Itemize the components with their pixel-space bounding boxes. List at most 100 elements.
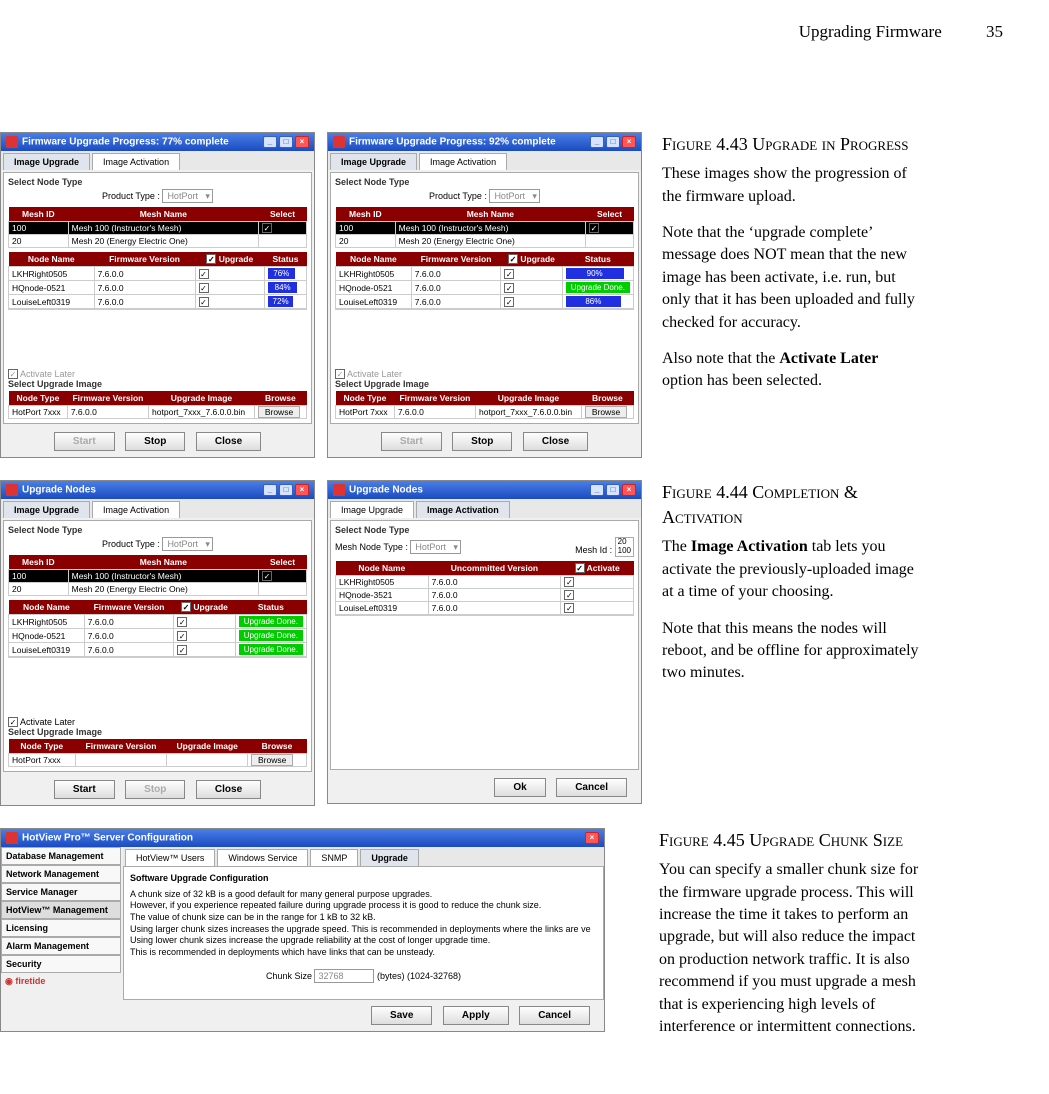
stop-button: Stop — [125, 780, 185, 799]
minimize-icon[interactable]: _ — [590, 484, 604, 496]
start-button: Start — [54, 432, 115, 451]
table-row: HQnode-05217.6.0.0✓84% — [9, 281, 307, 295]
table-row: LKHRight05057.6.0.0✓ — [336, 575, 634, 588]
table-row: LKHRight05057.6.0.0✓90% — [336, 267, 634, 281]
firetide-logo: ◉ firetide — [1, 973, 121, 990]
close-icon[interactable]: × — [295, 484, 309, 496]
tab-image-activation[interactable]: Image Activation — [92, 501, 180, 518]
activate-later-check[interactable]: ✓ — [8, 717, 18, 727]
product-type-select[interactable]: HotPort — [162, 189, 213, 203]
close-button[interactable]: Close — [196, 780, 261, 799]
body-text: Note that this means the nodes will rebo… — [662, 618, 922, 685]
table-row: LKHRight05057.6.0.0✓76% — [9, 267, 307, 281]
product-type-select[interactable]: HotPort — [489, 189, 540, 203]
mesh-node-type-select[interactable]: HotPort — [410, 540, 461, 554]
start-button[interactable]: Start — [54, 780, 115, 799]
close-icon[interactable]: × — [622, 484, 636, 496]
body-text: Note that the ‘upgrade complete’ message… — [662, 222, 922, 334]
close-icon[interactable]: × — [585, 832, 599, 844]
help-text: However, if you experience repeated fail… — [130, 900, 597, 912]
app-icon — [6, 832, 18, 844]
table-row: HQnode-05217.6.0.0✓Upgrade Done. — [9, 629, 307, 643]
units-label: (bytes) (1024-32768) — [377, 971, 461, 981]
stop-button[interactable]: Stop — [452, 432, 512, 451]
minimize-icon[interactable]: _ — [590, 136, 604, 148]
tab-users[interactable]: HotView™ Users — [125, 849, 215, 866]
figure-title: Figure 4.44 Completion & Activation — [662, 480, 922, 530]
dialog-title: Firmware Upgrade Progress: 77% complete — [22, 137, 229, 148]
minimize-icon[interactable]: _ — [263, 484, 277, 496]
table-row[interactable]: 100Mesh 100 (Instructor's Mesh)✓ — [9, 222, 307, 235]
sidebar-item[interactable]: Network Management — [1, 865, 121, 883]
stop-button[interactable]: Stop — [125, 432, 185, 451]
browse-button[interactable]: Browse — [251, 754, 293, 766]
close-button[interactable]: Close — [523, 432, 588, 451]
product-type-select[interactable]: HotPort — [162, 537, 213, 551]
sidebar-item[interactable]: Security — [1, 955, 121, 973]
sidebar-item[interactable]: Alarm Management — [1, 937, 121, 955]
browse-button[interactable]: Browse — [585, 406, 627, 418]
ok-button[interactable]: Ok — [494, 778, 545, 797]
apply-button[interactable]: Apply — [443, 1006, 509, 1025]
tab-winservice[interactable]: Windows Service — [217, 849, 308, 866]
maximize-icon[interactable]: □ — [606, 484, 620, 496]
help-text: Using larger chunk sizes increases the u… — [130, 924, 597, 936]
running-head: Upgrading Firmware 35 — [0, 22, 1009, 42]
section-title: Software Upgrade Configuration — [130, 873, 597, 885]
tab-image-upgrade[interactable]: Image Upgrade — [3, 501, 90, 518]
sidebar: Database Management Network Management S… — [1, 847, 121, 990]
cancel-button[interactable]: Cancel — [519, 1006, 590, 1025]
sidebar-item[interactable]: Database Management — [1, 847, 121, 865]
maximize-icon[interactable]: □ — [279, 484, 293, 496]
sidebar-item[interactable]: HotView™ Management — [1, 901, 121, 919]
activate-later-check[interactable]: ✓ — [8, 369, 18, 379]
body-text: Also note that the Activate Later option… — [662, 348, 922, 393]
dialog-upgrade-92: Firmware Upgrade Progress: 92% complete … — [327, 132, 642, 458]
sidebar-item[interactable]: Service Manager — [1, 883, 121, 901]
maximize-icon[interactable]: □ — [279, 136, 293, 148]
checkbox-icon[interactable]: ✓ — [262, 223, 272, 233]
sidebar-item[interactable]: Licensing — [1, 919, 121, 937]
app-icon — [6, 136, 18, 148]
table-row: LKHRight05057.6.0.0✓Upgrade Done. — [9, 615, 307, 629]
tab-image-activation[interactable]: Image Activation — [419, 153, 507, 170]
close-icon[interactable]: × — [295, 136, 309, 148]
help-text: A chunk size of 32 kB is a good default … — [130, 889, 597, 901]
dialog-title: HotView Pro™ Server Configuration — [22, 833, 193, 844]
tab-image-activation[interactable]: Image Activation — [92, 153, 180, 170]
table-row: HotPort 7xxxBrowse — [9, 754, 307, 767]
help-text: This is recommended in deployments which… — [130, 947, 597, 959]
table-row[interactable]: 100Mesh 100 (Instructor's Mesh)✓ — [336, 222, 634, 235]
dialog-server-config: HotView Pro™ Server Configuration × Data… — [0, 828, 605, 1032]
browse-button[interactable]: Browse — [258, 406, 300, 418]
tab-image-activation[interactable]: Image Activation — [416, 501, 510, 518]
table-row: LouiseLeft03197.6.0.0✓ — [336, 601, 634, 614]
figure-title: Figure 4.45 Upgrade Chunk Size — [659, 828, 919, 853]
tab-image-upgrade[interactable]: Image Upgrade — [330, 153, 417, 170]
maximize-icon[interactable]: □ — [606, 136, 620, 148]
table-row[interactable]: 20Mesh 20 (Energy Electric One) — [336, 235, 634, 248]
table-row[interactable]: 100Mesh 100 (Instructor's Mesh)✓ — [9, 570, 307, 583]
table-row[interactable]: 20Mesh 20 (Energy Electric One) — [9, 583, 307, 596]
dialog-title: Upgrade Nodes — [349, 485, 423, 496]
close-icon[interactable]: × — [622, 136, 636, 148]
close-button[interactable]: Close — [196, 432, 261, 451]
activate-later-check[interactable]: ✓ — [335, 369, 345, 379]
table-row: HQnode-35217.6.0.0✓ — [336, 588, 634, 601]
app-icon — [333, 484, 345, 496]
table-row: HQnode-05217.6.0.0✓Upgrade Done. — [336, 281, 634, 295]
tab-upgrade[interactable]: Upgrade — [360, 849, 419, 866]
table-row: LouiseLeft03197.6.0.0✓Upgrade Done. — [9, 643, 307, 657]
table-row[interactable]: 20Mesh 20 (Energy Electric One) — [9, 235, 307, 248]
save-button[interactable]: Save — [371, 1006, 432, 1025]
minimize-icon[interactable]: _ — [263, 136, 277, 148]
body-text: You can specify a smaller chunk size for… — [659, 859, 919, 1038]
tab-image-upgrade[interactable]: Image Upgrade — [330, 501, 414, 518]
section-label: Select Node Type — [8, 177, 307, 187]
tab-snmp[interactable]: SNMP — [310, 849, 358, 866]
chunk-size-input[interactable] — [314, 969, 374, 983]
dialog-title: Upgrade Nodes — [22, 485, 96, 496]
cancel-button[interactable]: Cancel — [556, 778, 627, 797]
tab-image-upgrade[interactable]: Image Upgrade — [3, 153, 90, 170]
dialog-upgrade-nodes-b: Upgrade Nodes _ □ × Image Upgrade Image … — [327, 480, 642, 804]
